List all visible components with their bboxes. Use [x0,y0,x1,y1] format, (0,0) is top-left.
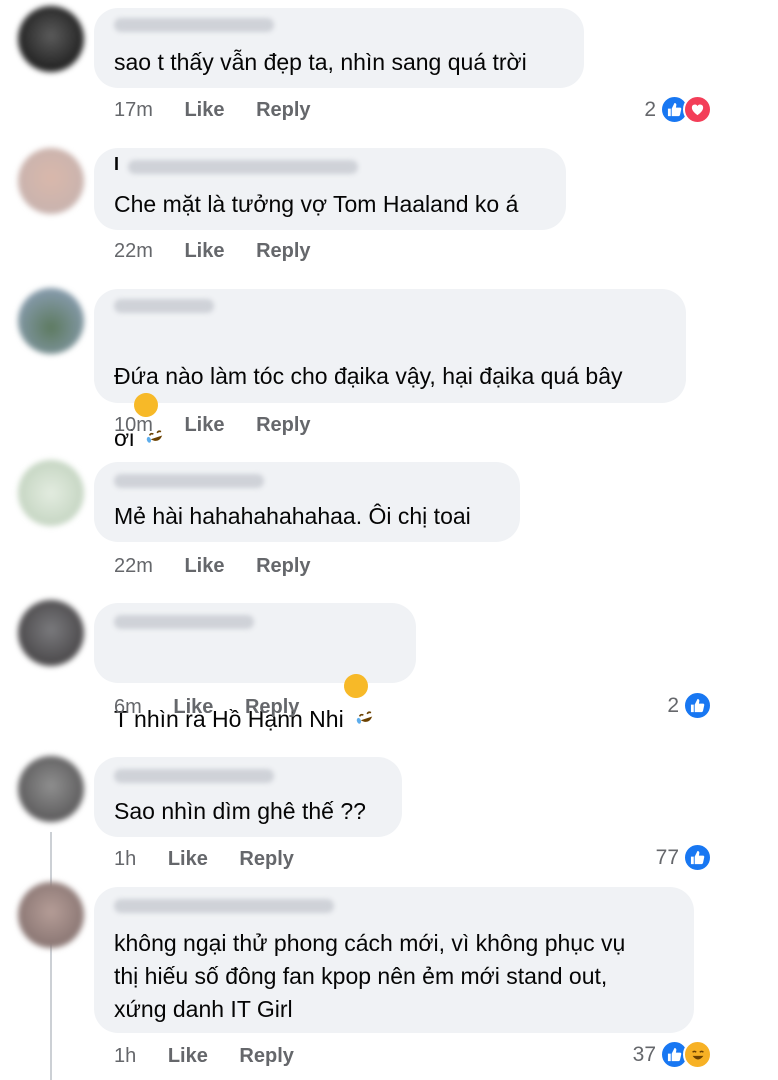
comment-text: Sao nhìn dìm ghê thế ?? [114,798,366,824]
reply-button[interactable]: Reply [256,414,310,436]
comment-meta: 22m Like Reply [114,555,337,578]
commenter-name-initial[interactable]: I [114,154,119,175]
comment-meta: 6m Like Reply [114,696,325,719]
avatar[interactable] [18,756,84,822]
comment-bubble: sao t thấy vẫn đẹp ta, nhìn sang quá trờ… [94,8,584,88]
reaction-summary[interactable]: 2 [644,95,712,124]
comment-bubble: T nhìn ra Hồ Hạnh Nhi [94,603,416,732]
comment-time[interactable]: 17m [114,99,153,121]
reaction-count: 77 [655,845,679,869]
like-button[interactable]: Like [184,99,224,121]
comment-text: T nhìn ra Hồ Hạnh Nhi [114,641,398,736]
avatar[interactable] [18,600,84,666]
comment-bubble: Sao nhìn dìm ghê thế ?? [94,757,402,837]
comment-meta: 10m Like Reply [114,414,337,437]
reply-button[interactable]: Reply [245,696,299,718]
reaction-count: 37 [632,1042,656,1066]
comment-bubble: Mẻ hài hahahahahahaa. Ôi chị toai [94,462,520,542]
commenter-name-blurred[interactable] [114,615,254,629]
avatar[interactable] [18,148,84,214]
comment-text-content: Đứa nào làm tóc cho đạika vậy, hại đạika… [114,363,623,451]
haha-icon [683,1040,712,1069]
like-icon [683,843,712,872]
love-icon [683,95,712,124]
laughing-rolling-emoji-icon [340,670,372,724]
comment-meta: 1h Like Reply [114,848,320,871]
commenter-name-blurred[interactable] [114,299,214,313]
like-button[interactable]: Like [184,240,224,262]
like-button[interactable]: Like [184,555,224,577]
thread-connector-line [50,832,52,1080]
reaction-summary[interactable]: 77 [656,843,712,872]
comment-time[interactable]: 1h [114,848,136,870]
like-button[interactable]: Like [184,414,224,436]
like-button[interactable]: Like [168,1045,208,1067]
comment-text: sao t thấy vẫn đẹp ta, nhìn sang quá trờ… [114,49,527,75]
like-button[interactable]: Like [173,696,213,718]
reaction-count: 2 [644,97,656,121]
comment-time[interactable]: 1h [114,1045,136,1067]
comment-meta: 22m Like Reply [114,240,337,263]
commenter-name-blurred[interactable] [114,769,274,783]
like-icon [683,691,712,720]
reply-button[interactable]: Reply [256,555,310,577]
comment-time[interactable]: 6m [114,696,142,718]
comment-meta: 17m Like Reply [114,99,337,122]
reply-button[interactable]: Reply [239,1045,293,1067]
avatar[interactable] [18,6,84,72]
commenter-name-blurred[interactable] [114,899,334,913]
comment-meta: 1h Like Reply [114,1045,320,1068]
avatar[interactable] [18,460,84,526]
comment-text: không ngại thử phong cách mới, vì không … [114,930,626,1022]
reaction-summary[interactable]: 37 [633,1040,712,1069]
commenter-name-blurred[interactable] [114,18,274,32]
avatar[interactable] [18,288,84,354]
commenter-name-blurred[interactable] [128,160,358,174]
commenter-name-blurred[interactable] [114,474,264,488]
comment-text: Mẻ hài hahahahahahaa. Ôi chị toai [114,503,471,529]
comment-time[interactable]: 22m [114,555,153,577]
reaction-count: 2 [667,693,679,717]
reaction-summary[interactable]: 2 [667,691,712,720]
reply-button[interactable]: Reply [256,99,310,121]
comment-time[interactable]: 22m [114,240,153,262]
comment-bubble: không ngại thử phong cách mới, vì không … [94,887,694,1033]
comment-bubble: I Che mặt là tưởng vợ Tom Haaland ko á [94,148,566,230]
like-button[interactable]: Like [168,848,208,870]
comment-bubble: Đứa nào làm tóc cho đạika vậy, hại đạika… [94,289,686,451]
avatar[interactable] [18,882,84,948]
comment-text: Che mặt là tưởng vợ Tom Haaland ko á [114,191,519,217]
comment-time[interactable]: 10m [114,414,153,436]
reply-button[interactable]: Reply [256,240,310,262]
reply-button[interactable]: Reply [239,848,293,870]
